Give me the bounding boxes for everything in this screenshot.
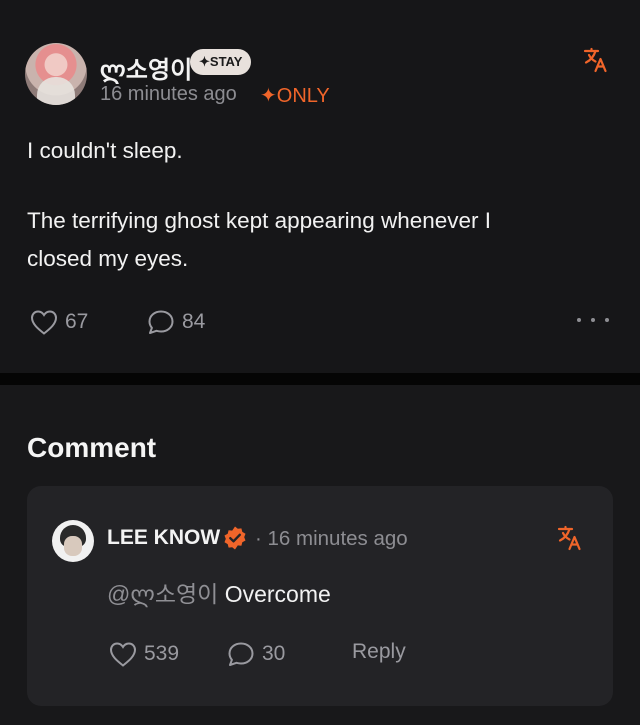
verified-badge-icon [224,526,246,550]
commenter-name[interactable]: LEE KNOW [107,526,220,550]
post-author-avatar[interactable] [25,43,87,105]
comment-count: 84 [182,310,206,333]
only-badge: ✦ONLY [260,85,330,107]
post-card: ლ소영이 ✦STAY 16 minutes ago ✦ONLY I couldn… [0,0,640,373]
post-text-line: closed my eyes. [27,246,189,271]
post-text-line: I couldn't sleep. [27,138,183,163]
speech-bubble-icon [148,310,174,334]
mention[interactable]: @ლ소영이 [107,581,218,607]
more-icon[interactable] [577,310,609,330]
comment-like-count: 539 [144,642,180,665]
comment-text: @ლ소영이 Overcome [107,575,331,609]
translate-icon[interactable] [582,46,610,74]
heart-icon [109,642,137,667]
reply-button[interactable]: Reply [352,640,406,664]
comment-button[interactable]: 84 [146,308,205,336]
translate-icon[interactable] [556,524,584,552]
like-count: 67 [65,310,89,333]
post-author-name[interactable]: ლ소영이 [100,50,193,85]
comment-body: Overcome [224,581,331,607]
speech-bubble-icon [228,642,254,666]
like-button[interactable]: 67 [29,308,88,336]
section-divider [0,373,640,385]
heart-icon [30,310,58,335]
comment-like-button[interactable]: 539 [108,640,179,668]
commenter-avatar[interactable] [52,520,94,562]
post-text-line: The terrifying ghost kept appearing when… [27,208,492,233]
comment-reply-count: 30 [262,642,286,665]
post-body: I couldn't sleep. The terrifying ghost k… [27,132,607,278]
membership-badge: ✦STAY [190,49,252,75]
comments-heading: Comment [27,432,157,463]
comment-reply-count-button[interactable]: 30 [226,640,285,668]
comment-timestamp: · 16 minutes ago [255,527,408,550]
post-timestamp: 16 minutes ago [100,83,237,105]
